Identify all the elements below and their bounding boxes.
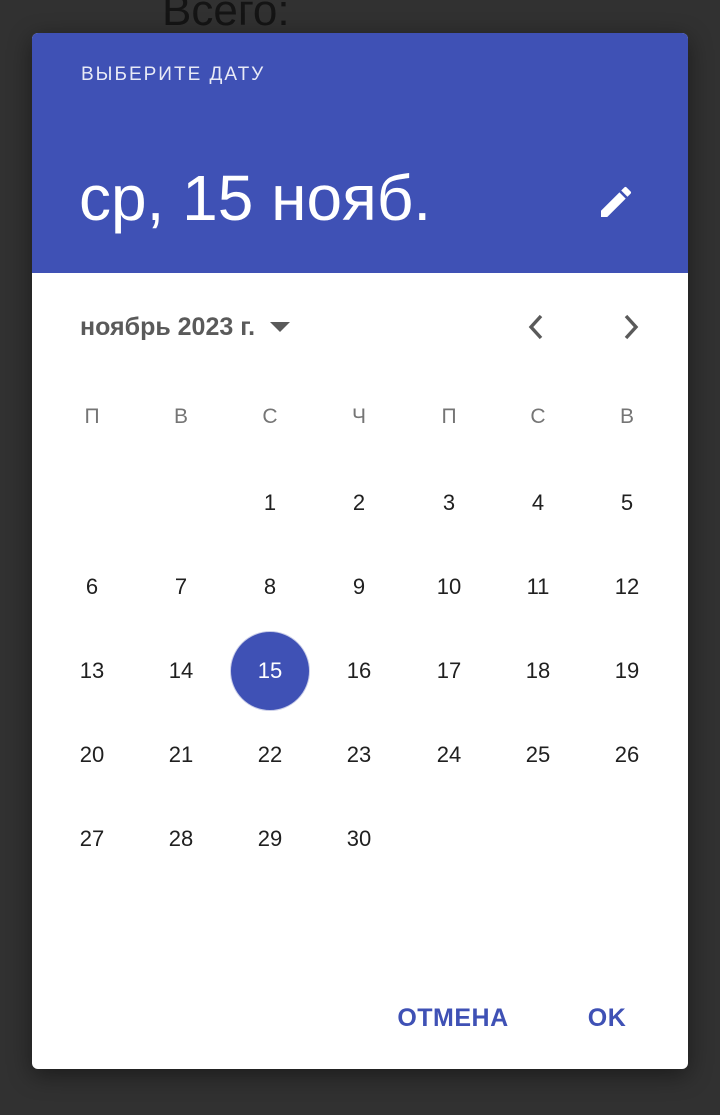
calendar-day[interactable]: 13 — [52, 631, 132, 711]
calendar-day[interactable]: 10 — [409, 547, 489, 627]
cancel-button[interactable]: ОТМЕНА — [388, 995, 518, 1041]
dialog-actions: ОТМЕНА OK — [32, 983, 688, 1053]
selected-date-display: ср, 15 нояб. — [79, 162, 432, 234]
calendar-day[interactable]: 18 — [498, 631, 578, 711]
ok-button[interactable]: OK — [580, 995, 634, 1041]
chevron-right-icon — [621, 313, 641, 341]
date-picker-dialog: ВЫБЕРИТЕ ДАТУ ср, 15 нояб. ноябрь 2023 г… — [32, 33, 688, 1069]
next-month-button[interactable] — [609, 305, 653, 349]
calendar-day[interactable]: 19 — [587, 631, 667, 711]
calendar-day[interactable]: 1 — [230, 463, 310, 543]
weekday-label: П — [441, 405, 457, 428]
calendar-day[interactable]: 11 — [498, 547, 578, 627]
calendar-day[interactable]: 23 — [319, 715, 399, 795]
pencil-icon — [596, 182, 636, 222]
calendar-day[interactable]: 6 — [52, 547, 132, 627]
month-year-selector[interactable]: ноябрь 2023 г. — [80, 309, 291, 345]
calendar-day[interactable]: 14 — [141, 631, 221, 711]
calendar-day[interactable]: 4 — [498, 463, 578, 543]
calendar-day[interactable]: 12 — [587, 547, 667, 627]
calendar-day[interactable]: 28 — [141, 799, 221, 879]
calendar-day[interactable]: 17 — [409, 631, 489, 711]
calendar-day[interactable]: 29 — [230, 799, 310, 879]
weekday-header-row: ПВСЧПСВ — [32, 377, 688, 461]
calendar-day[interactable]: 21 — [141, 715, 221, 795]
weekday-label: В — [173, 405, 188, 428]
header-label: ВЫБЕРИТЕ ДАТУ — [81, 64, 266, 85]
calendar-day[interactable]: 26 — [587, 715, 667, 795]
arrow-drop-down-icon — [269, 321, 291, 333]
weekday-label: С — [530, 405, 546, 428]
weekday-label: П — [84, 405, 100, 428]
calendar-day[interactable]: 7 — [141, 547, 221, 627]
calendar-day[interactable]: 9 — [319, 547, 399, 627]
calendar-day[interactable]: 30 — [319, 799, 399, 879]
weekday-label: С — [262, 405, 278, 428]
calendar-day[interactable]: 8 — [230, 547, 310, 627]
selected-day[interactable]: 15 — [230, 631, 310, 711]
month-year-label: ноябрь 2023 г. — [80, 312, 256, 341]
edit-date-button[interactable] — [590, 176, 642, 228]
calendar-day[interactable]: 20 — [52, 715, 132, 795]
calendar-day[interactable]: 3 — [409, 463, 489, 543]
calendar-day[interactable]: 24 — [409, 715, 489, 795]
calendar-day[interactable]: 5 — [587, 463, 667, 543]
calendar-day[interactable]: 22 — [230, 715, 310, 795]
weekday-label: Ч — [352, 405, 366, 428]
calendar-day[interactable]: 25 — [498, 715, 578, 795]
chevron-left-icon — [526, 313, 546, 341]
background-total-label: Всего: — [162, 0, 290, 35]
weekday-label: В — [619, 405, 634, 428]
month-navigation-row: ноябрь 2023 г. — [32, 273, 688, 378]
previous-month-button[interactable] — [514, 305, 558, 349]
calendar-day[interactable]: 2 — [319, 463, 399, 543]
calendar-day[interactable]: 16 — [319, 631, 399, 711]
calendar-day[interactable]: 27 — [52, 799, 132, 879]
date-picker-header: ВЫБЕРИТЕ ДАТУ ср, 15 нояб. — [32, 33, 688, 273]
